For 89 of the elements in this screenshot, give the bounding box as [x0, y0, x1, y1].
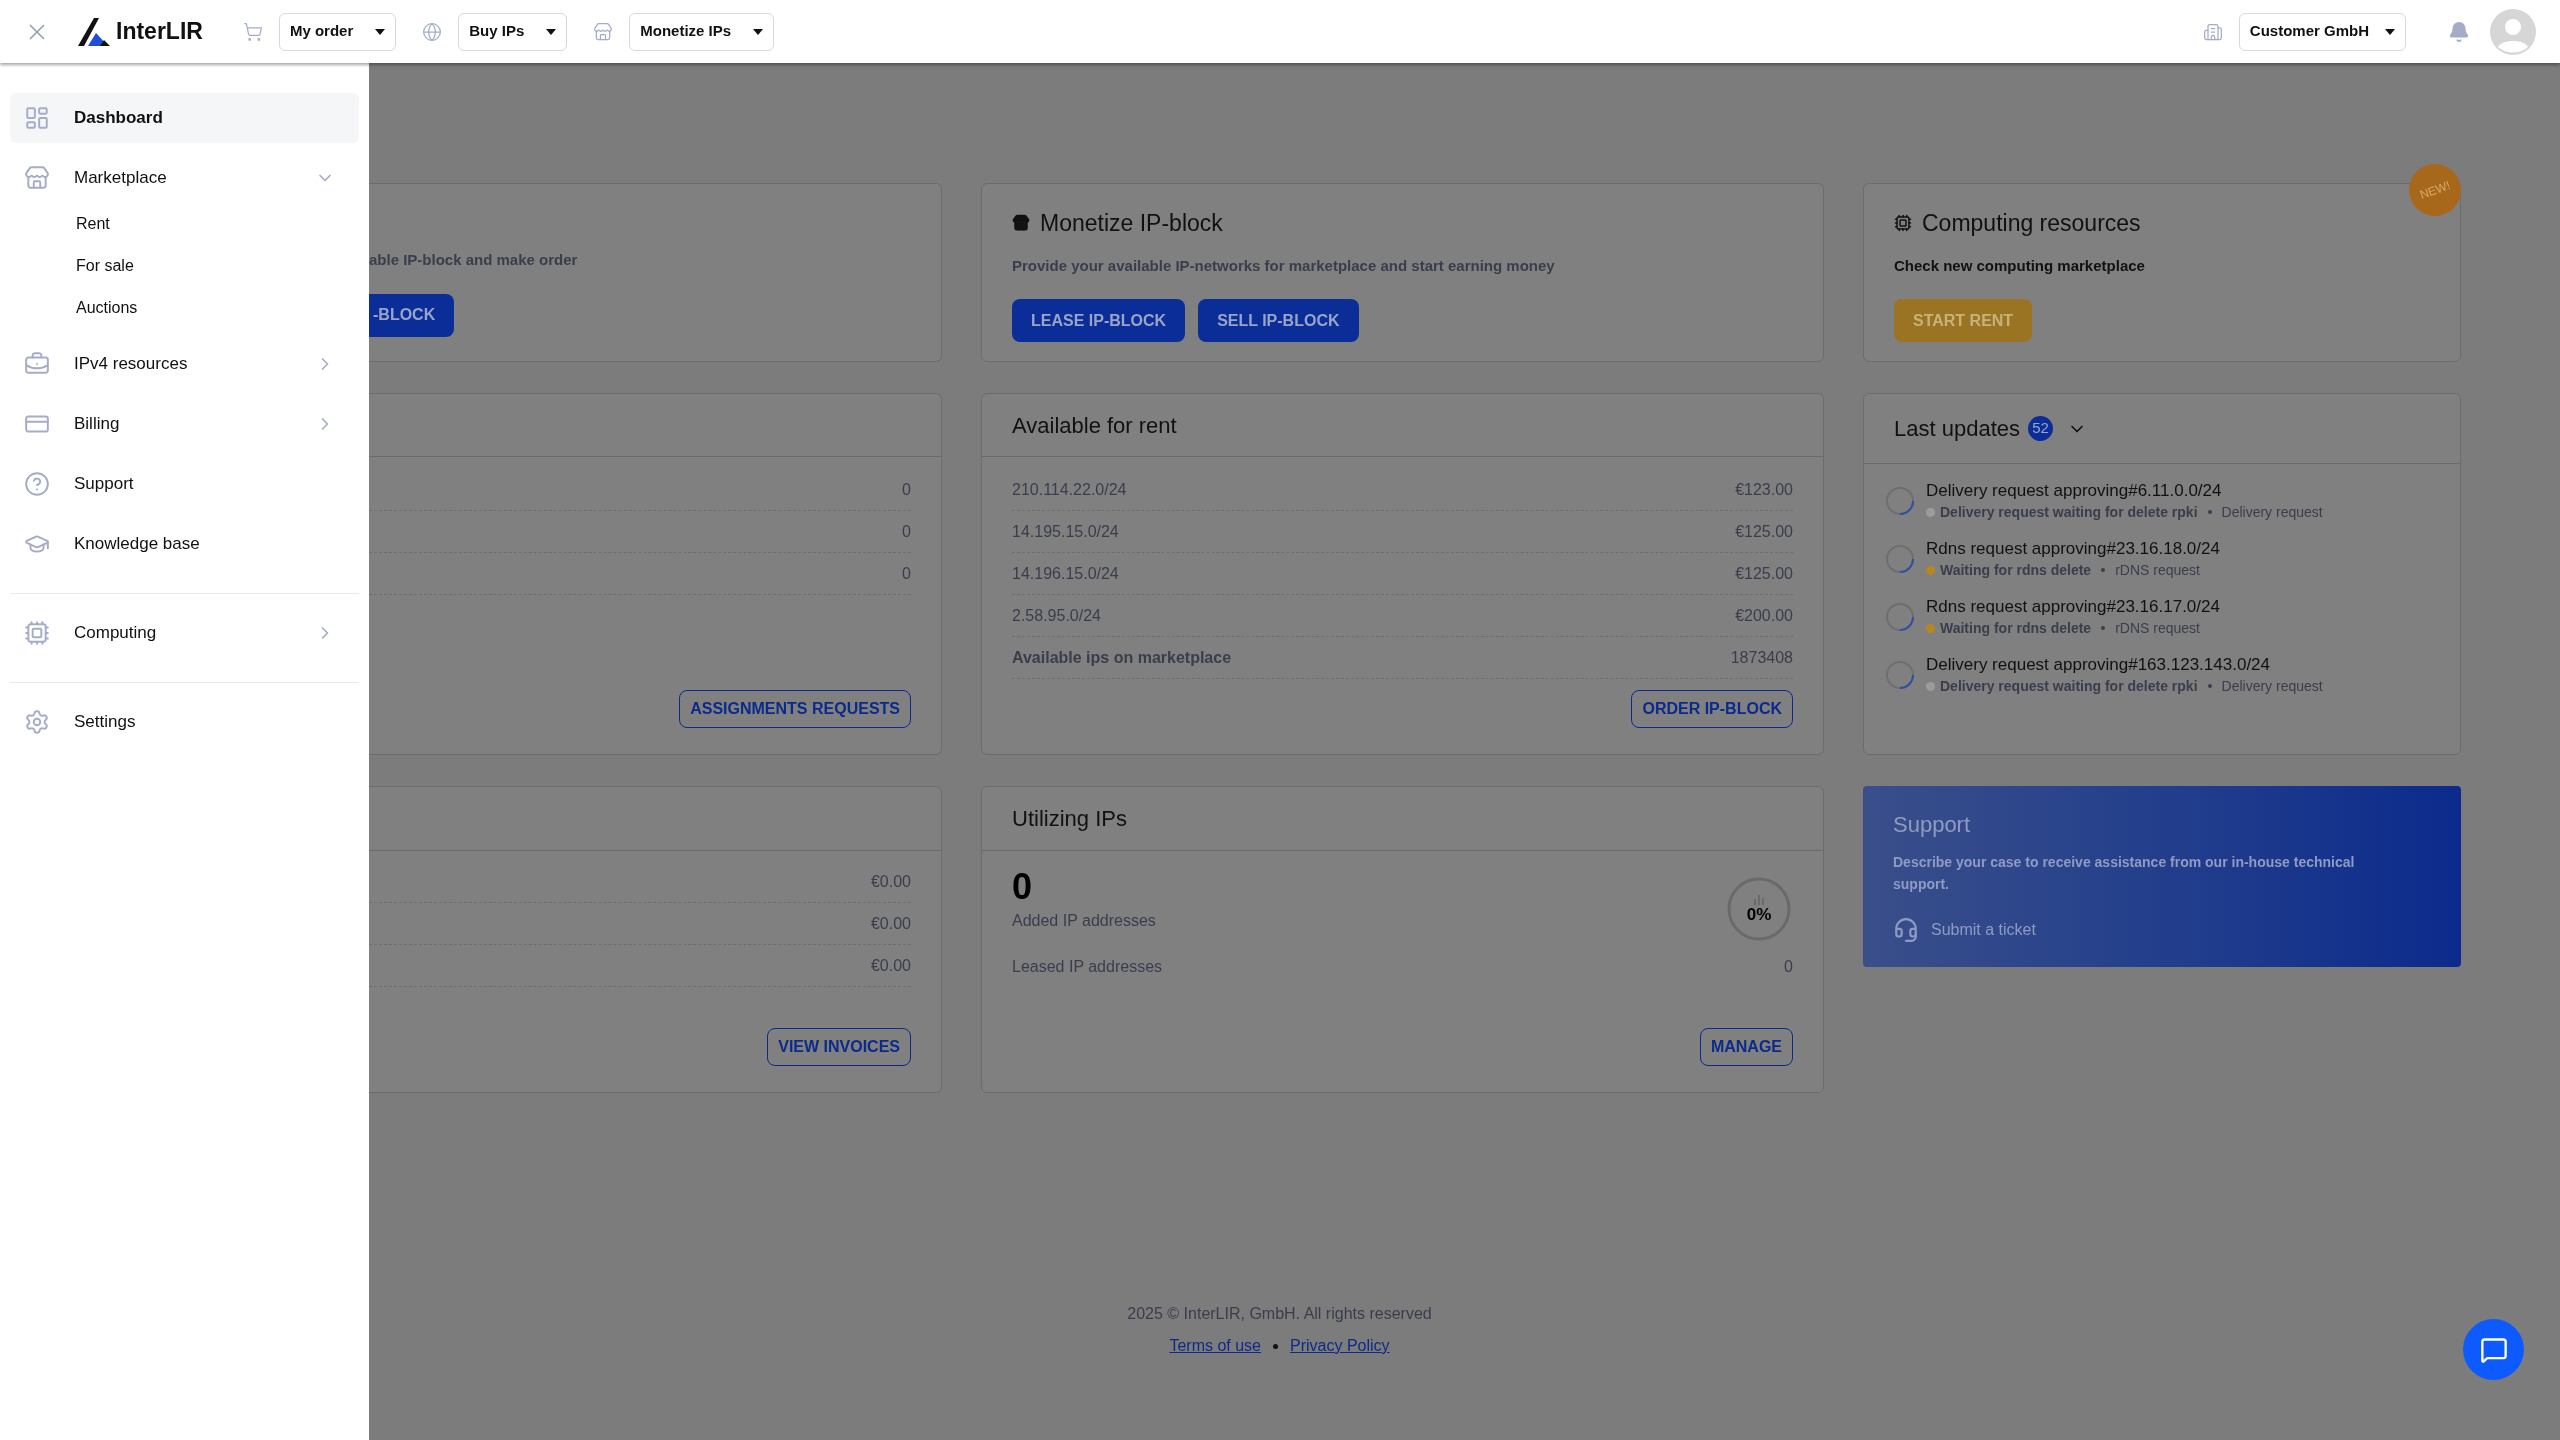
sidebar-item[interactable]: Settings — [10, 697, 359, 747]
update-title: Rdns request approving#23.16.18.0/24 — [1926, 538, 2220, 560]
marketplace-total-value: 1873408 — [1730, 647, 1793, 668]
account-dropdown[interactable]: Customer GmbH — [2238, 12, 2406, 51]
network-value: €123.00 — [1735, 479, 1793, 500]
network-label: 14.195.15.0/24 — [1012, 521, 1119, 542]
update-status: Delivery request waiting for delete rpki — [1940, 677, 2198, 696]
spinner-icon — [1884, 543, 1916, 575]
sidebar-item[interactable]: IPv4 resources — [10, 339, 359, 389]
chip-icon — [24, 620, 50, 646]
update-status: Delivery request waiting for delete rpki — [1940, 503, 2198, 522]
copyright-text: 2025 © InterLIR, GmbH. All rights reserved — [1127, 1304, 1432, 1324]
network-label: 14.196.15.0/24 — [1012, 563, 1119, 584]
help-icon — [24, 471, 50, 497]
sidebar-item[interactable]: Knowledge base — [10, 519, 359, 569]
request-count-value: 0 — [902, 563, 911, 584]
briefcase-icon — [24, 351, 50, 377]
network-value: €200.00 — [1735, 605, 1793, 626]
chat-button[interactable] — [2463, 1319, 2524, 1380]
bell-icon[interactable] — [2448, 20, 2470, 43]
caret-icon — [546, 28, 557, 35]
sidebar-item[interactable]: Support — [10, 459, 359, 509]
update-title: Rdns request approving#23.16.17.0/24 — [1926, 596, 2220, 618]
network-value: €125.00 — [1735, 563, 1793, 584]
spinner-icon — [1884, 485, 1916, 517]
spinner-icon — [1884, 601, 1916, 633]
submenu-item[interactable]: For sale — [10, 245, 359, 287]
building-icon — [2202, 21, 2223, 42]
invoice-amount-value: €0.00 — [870, 913, 911, 934]
dashboard-icon — [24, 105, 50, 131]
card-description: Describe your case to receive assistance from our in-house technical support. — [1893, 853, 2356, 894]
request-count-value: 0 — [902, 479, 911, 500]
card-description: able IP-block and make order — [369, 250, 579, 270]
update-category: rDNS request — [2115, 561, 2200, 580]
invoice-amount-value: €0.00 — [870, 955, 911, 976]
sidebar-item[interactable]: Billing — [10, 399, 359, 449]
store-icon — [593, 21, 614, 42]
update-category: Delivery request — [2221, 503, 2323, 522]
store-icon — [24, 165, 50, 191]
spinner-icon — [1884, 659, 1916, 691]
count-badge: 52 — [2028, 416, 2053, 441]
globe-icon — [422, 21, 443, 42]
settings-icon — [24, 709, 50, 735]
card-title: Available for rent — [1012, 411, 1177, 440]
logo-text: InterLIR — [116, 17, 203, 47]
ip-count: 0 — [1012, 865, 1034, 909]
caret-icon — [375, 28, 386, 35]
dropdown-button[interactable]: Buy IPs — [458, 12, 568, 51]
update-category: rDNS request — [2115, 619, 2200, 638]
update-status: Waiting for rdns delete — [1940, 619, 2092, 638]
usage-percent: 0% — [1746, 904, 1772, 925]
dropdown-button[interactable]: My order — [278, 12, 397, 51]
update-category: Delivery request — [2221, 677, 2323, 696]
card-title: Last updates — [1894, 415, 2020, 443]
submenu-item[interactable]: Auctions — [10, 287, 359, 329]
invoice-amount-value: €0.00 — [870, 871, 911, 892]
action-button[interactable]: LEASE IP-BLOCK — [1012, 299, 1186, 342]
dropdown-button[interactable]: Monetize IPs — [629, 12, 775, 51]
card-title: Computing resources — [1922, 209, 2141, 238]
card-description: Provide your available IP-networks for marketplace and start earning money — [1012, 255, 1556, 276]
submenu-item[interactable]: Rent — [10, 203, 359, 245]
request-count-value: 0 — [902, 521, 911, 542]
card-title: Monetize IP-block — [1040, 209, 1223, 238]
headset-icon — [1893, 917, 1919, 943]
order-button[interactable]: -BLOCK — [369, 293, 455, 337]
leased-label: Leased IP addresses — [1012, 957, 1163, 977]
card-description: Check new computing marketplace — [1894, 255, 2146, 276]
store-icon — [1012, 214, 1030, 233]
chat-icon — [2479, 1335, 2508, 1364]
card-title: Support — [1893, 811, 1972, 839]
network-value: €125.00 — [1735, 521, 1793, 542]
update-title: Delivery request approving#163.123.143.0/24 — [1926, 654, 2272, 676]
network-label: 2.58.95.0/24 — [1012, 605, 1101, 626]
action-button[interactable]: SELL IP-BLOCK — [1198, 299, 1359, 342]
caret-icon — [2385, 28, 2395, 35]
update-title: Delivery request approving#6.11.0.0/24 — [1926, 480, 2223, 502]
sidebar-item[interactable]: Marketplace — [10, 153, 359, 203]
cart-icon — [242, 21, 263, 42]
marketplace-total-label: Available ips on marketplace — [1012, 647, 1232, 668]
count-label: Added IP addresses — [1012, 911, 1156, 931]
chip-icon — [1894, 214, 1912, 233]
network-label: 210.114.22.0/24 — [1012, 479, 1127, 500]
update-status: Waiting for rdns delete — [1940, 561, 2092, 580]
caret-icon — [753, 28, 764, 35]
avatar-icon[interactable] — [2490, 8, 2536, 55]
sidebar-item[interactable]: Computing — [10, 608, 359, 658]
sidebar-item[interactable]: Dashboard — [10, 93, 359, 143]
leased-value: 0 — [1784, 957, 1793, 977]
card-title: Utilizing IPs — [1012, 805, 1127, 833]
